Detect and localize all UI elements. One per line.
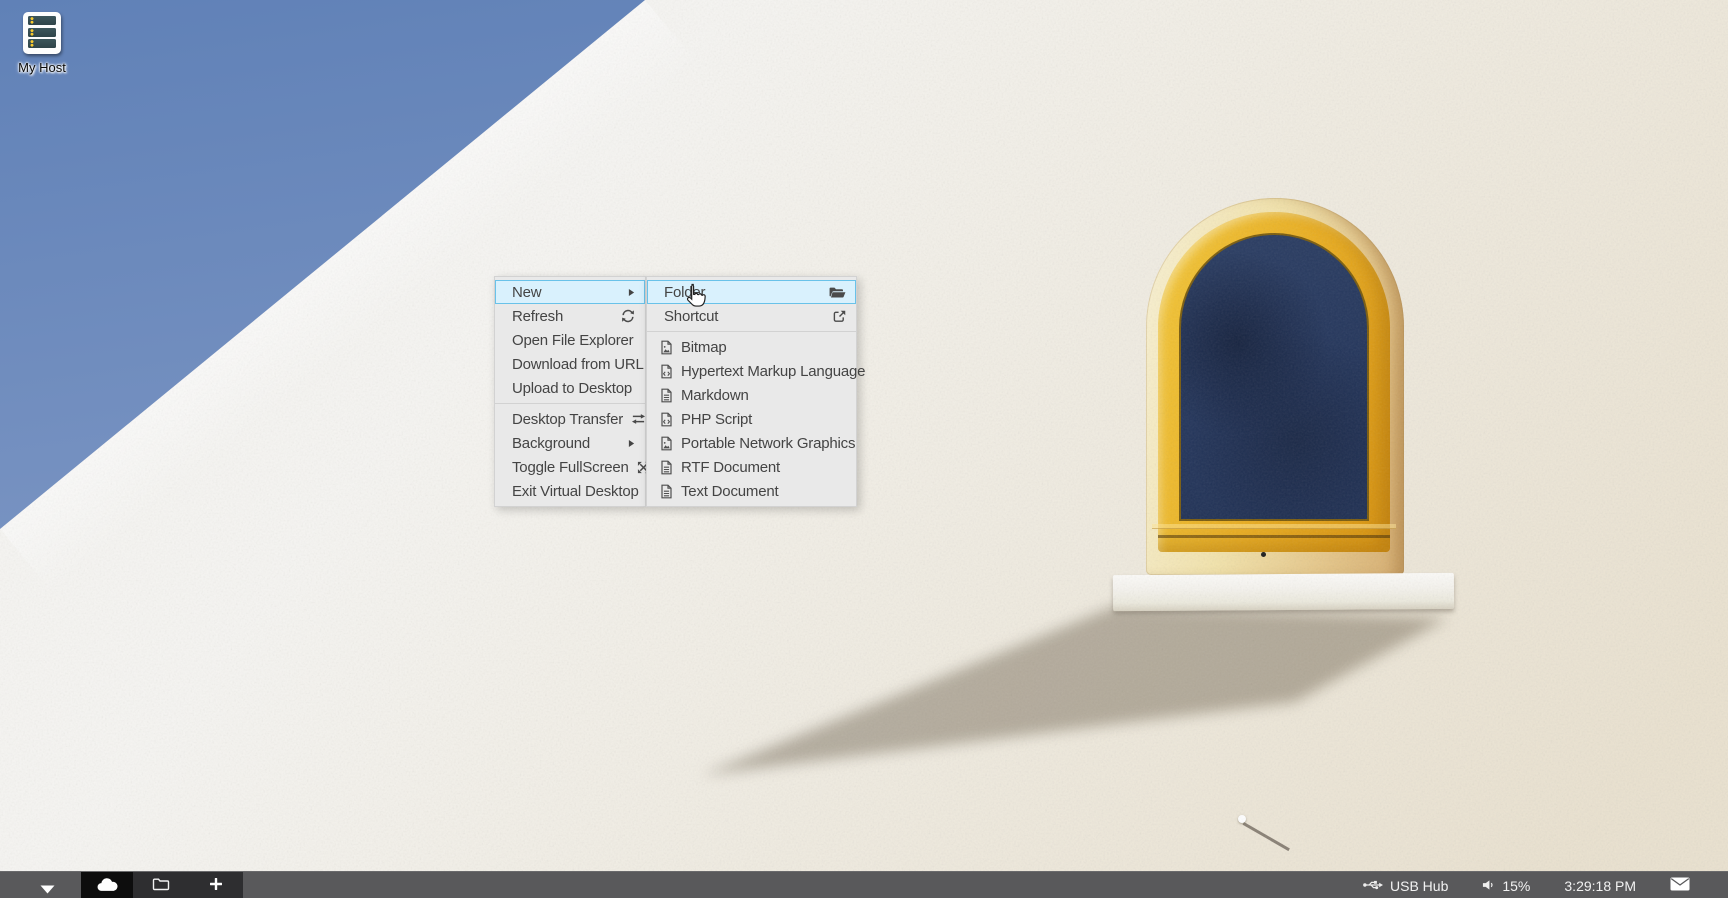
file-text-icon [659,388,674,403]
file-image-icon [659,436,674,451]
taskbar-file-explorer-button[interactable] [133,872,188,898]
taskbar: USB Hub 15% 3:29:18 PM [0,871,1728,898]
plus-icon [209,877,223,894]
usb-icon [1362,878,1383,894]
taskbar-menu-button[interactable] [40,881,55,897]
folder-open-icon [829,286,846,299]
menu-item-toggle-fullscreen[interactable]: Toggle FullScreen [495,455,645,479]
envelope-icon [1670,877,1690,894]
file-image-icon [659,340,674,355]
menu-item-new[interactable]: New [495,280,645,304]
menu-item-background[interactable]: Background [495,431,645,455]
menu-item-exit-virtual-desktop[interactable]: Exit Virtual Desktop [495,479,645,503]
file-code-icon [659,364,674,379]
window-knob [1261,552,1266,557]
menu-item-download-from-url[interactable]: Download from URL [495,352,645,376]
window-sill-groove [1158,535,1390,538]
external-link-icon [833,310,846,323]
submenu-item-folder[interactable]: Folder [647,280,856,304]
window-sill-step [1152,524,1396,529]
volume-level: 15% [1502,878,1530,894]
menu-item-desktop-transfer[interactable]: Desktop Transfer [495,407,645,431]
submenu-item-text-document[interactable]: Text Document [647,479,856,503]
clock-label: 3:29:18 PM [1564,878,1636,894]
menu-divider [495,403,645,404]
server-bar [28,16,56,25]
submenu-item-markdown[interactable]: Markdown [647,383,856,407]
transfer-icon [631,413,646,425]
submenu-item-png[interactable]: Portable Network Graphics [647,431,856,455]
desktop-surface[interactable]: My Host New Refresh Open File Explorer D… [0,0,1728,898]
menu-item-open-file-explorer[interactable]: Open File Explorer [495,328,645,352]
hand-pointer-cursor [684,283,706,314]
wall-stick-dot [1238,815,1246,823]
usb-label: USB Hub [1390,878,1448,894]
server-bar [28,39,56,48]
desktop-context-menu: New Refresh Open File Explorer Download … [494,276,646,507]
file-code-icon [659,412,674,427]
clock[interactable]: 3:29:18 PM [1564,878,1636,894]
submenu-item-php-script[interactable]: PHP Script [647,407,856,431]
mail-button[interactable] [1670,877,1690,894]
desktop-icon-label: My Host [14,60,70,75]
file-text-icon [659,484,674,499]
volume-icon [1482,878,1495,894]
refresh-icon [621,309,635,323]
cloud-icon [95,876,120,895]
window-ledge [1113,573,1454,611]
submenu-item-rtf-document[interactable]: RTF Document [647,455,856,479]
chevron-right-icon [628,439,635,448]
menu-item-upload-to-desktop[interactable]: Upload to Desktop [495,376,645,400]
window-glass [1179,233,1369,521]
taskbar-app-cloud-button[interactable] [81,872,133,898]
file-text-icon [659,460,674,475]
server-bar [28,28,56,37]
window-cast-shadow [690,592,1480,792]
submenu-item-html[interactable]: Hypertext Markup Language [647,359,856,383]
new-submenu: Folder Shortcut Bitmap [646,276,857,507]
server-icon [23,12,61,54]
chevron-down-icon [40,881,55,897]
taskbar-status-area: USB Hub 15% 3:29:18 PM [1362,872,1728,898]
menu-divider [647,331,856,332]
chevron-right-icon [628,288,635,297]
submenu-item-shortcut[interactable]: Shortcut [647,304,856,328]
taskbar-new-window-button[interactable] [188,872,243,898]
desktop-icon-my-host[interactable]: My Host [14,12,70,75]
menu-item-refresh[interactable]: Refresh [495,304,645,328]
volume-status[interactable]: 15% [1482,878,1530,894]
submenu-item-bitmap[interactable]: Bitmap [647,335,856,359]
folder-icon [152,877,170,894]
usb-status[interactable]: USB Hub [1362,878,1448,894]
